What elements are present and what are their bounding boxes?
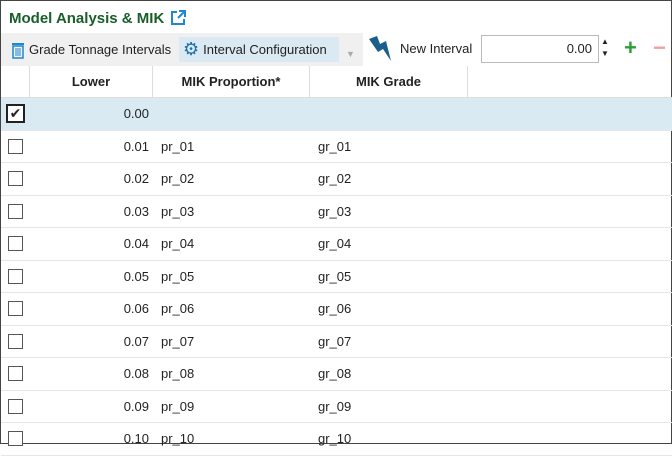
lower-cell[interactable]: 0.02	[30, 171, 153, 186]
row-checkbox[interactable]	[8, 203, 23, 219]
table-row[interactable]: 0.09 pr_09 gr_09	[1, 391, 672, 423]
overflow-icon[interactable]: ▼	[346, 49, 355, 59]
lower-cell[interactable]: 0.01	[30, 139, 153, 154]
lower-cell[interactable]: 0.07	[30, 334, 153, 349]
trash-icon	[12, 42, 24, 59]
table-header: Lower MIK Proportion* MIK Grade	[1, 66, 672, 98]
toolbar: Grade Tonnage Intervals ⚙ Interval Confi…	[1, 33, 672, 66]
add-icon[interactable]: +	[624, 35, 637, 61]
remove-icon[interactable]: −	[653, 35, 666, 61]
row-checkbox[interactable]	[8, 398, 23, 414]
title-text: Model Analysis & MIK	[9, 9, 165, 27]
lower-cell[interactable]: 0.10	[30, 431, 153, 446]
row-checkbox[interactable]	[8, 138, 23, 154]
lower-cell[interactable]: 0.06	[30, 301, 153, 316]
table-row[interactable]: 0.01 pr_01 gr_01	[1, 131, 672, 163]
mik-grade-cell[interactable]: gr_10	[310, 431, 468, 446]
mik-grade-cell[interactable]: gr_02	[310, 171, 468, 186]
mik-proportion-cell[interactable]: pr_04	[153, 236, 310, 251]
mik-proportion-cell[interactable]: pr_10	[153, 431, 310, 446]
row-checkbox[interactable]	[8, 236, 23, 252]
interval-configuration-button[interactable]: ⚙ Interval Configuration	[179, 37, 339, 62]
mik-proportion-cell[interactable]: pr_09	[153, 399, 310, 414]
mik-grade-cell[interactable]: gr_06	[310, 301, 468, 316]
table-row[interactable]: 0.06 pr_06 gr_06	[1, 293, 672, 326]
mik-proportion-cell[interactable]: pr_07	[153, 334, 310, 349]
table-row[interactable]: 0.05 pr_05 gr_05	[1, 261, 672, 293]
column-header-mik-grade[interactable]: MIK Grade	[310, 66, 468, 97]
mik-proportion-cell[interactable]: pr_08	[153, 366, 310, 381]
gear-icon: ⚙	[183, 39, 200, 59]
mik-proportion-cell[interactable]: pr_01	[153, 139, 310, 154]
mik-proportion-cell[interactable]: pr_06	[153, 301, 310, 316]
table-row[interactable]: ✔ 0.00	[1, 98, 672, 131]
mik-grade-cell[interactable]: gr_01	[310, 139, 468, 154]
mik-grade-cell[interactable]: gr_05	[310, 269, 468, 284]
mik-grade-cell[interactable]: gr_09	[310, 399, 468, 414]
lower-cell[interactable]: 0.04	[30, 236, 153, 251]
mik-grade-cell[interactable]: gr_08	[310, 366, 468, 381]
table-row[interactable]: 0.08 pr_08 gr_08	[1, 358, 672, 391]
row-checkbox[interactable]	[8, 366, 23, 382]
mik-proportion-cell[interactable]: pr_02	[153, 171, 310, 186]
grade-tonnage-label: Grade Tonnage Intervals	[29, 42, 172, 57]
column-header-mik-proportion[interactable]: MIK Proportion*	[153, 66, 310, 97]
row-checkbox[interactable]: ✔	[6, 104, 25, 124]
row-checkbox[interactable]	[8, 431, 23, 447]
lower-cell[interactable]: 0.03	[30, 204, 153, 219]
lightning-icon	[369, 36, 391, 61]
row-checkbox[interactable]	[8, 171, 23, 187]
row-checkbox[interactable]	[8, 333, 23, 349]
interval-configuration-label: Interval Configuration	[203, 42, 327, 57]
table-row[interactable]: 0.07 pr_07 gr_07	[1, 326, 672, 358]
row-checkbox[interactable]	[8, 301, 23, 317]
table-row[interactable]: 0.03 pr_03 gr_03	[1, 196, 672, 228]
row-checkbox[interactable]	[8, 268, 23, 284]
panel-title: Model Analysis & MIK	[9, 7, 187, 29]
table-row[interactable]: 0.10 pr_10 gr_10	[1, 423, 672, 456]
lower-cell[interactable]: 0.05	[30, 269, 153, 284]
mik-proportion-cell[interactable]: pr_05	[153, 269, 310, 284]
column-header-lower[interactable]: Lower	[30, 66, 153, 97]
mik-proportion-cell[interactable]: pr_03	[153, 204, 310, 219]
table-row[interactable]: 0.04 pr_04 gr_04	[1, 228, 672, 261]
interval-table: Lower MIK Proportion* MIK Grade ✔ 0.00 0…	[1, 66, 672, 456]
lower-cell[interactable]: 0.00	[30, 106, 153, 121]
external-link-icon[interactable]	[170, 10, 187, 26]
lower-cell[interactable]: 0.09	[30, 399, 153, 414]
table-row[interactable]: 0.02 pr_02 gr_02	[1, 163, 672, 196]
new-interval-input[interactable]: 0.00	[481, 35, 599, 63]
spinner[interactable]: ▲ ▼	[601, 36, 609, 60]
lower-cell[interactable]: 0.08	[30, 366, 153, 381]
new-interval-label: New Interval	[400, 41, 473, 56]
mik-grade-cell[interactable]: gr_03	[310, 204, 468, 219]
grade-tonnage-intervals-button[interactable]: Grade Tonnage Intervals	[7, 37, 175, 62]
mik-grade-cell[interactable]: gr_04	[310, 236, 468, 251]
new-interval-value: 0.00	[566, 41, 592, 56]
mik-grade-cell[interactable]: gr_07	[310, 334, 468, 349]
